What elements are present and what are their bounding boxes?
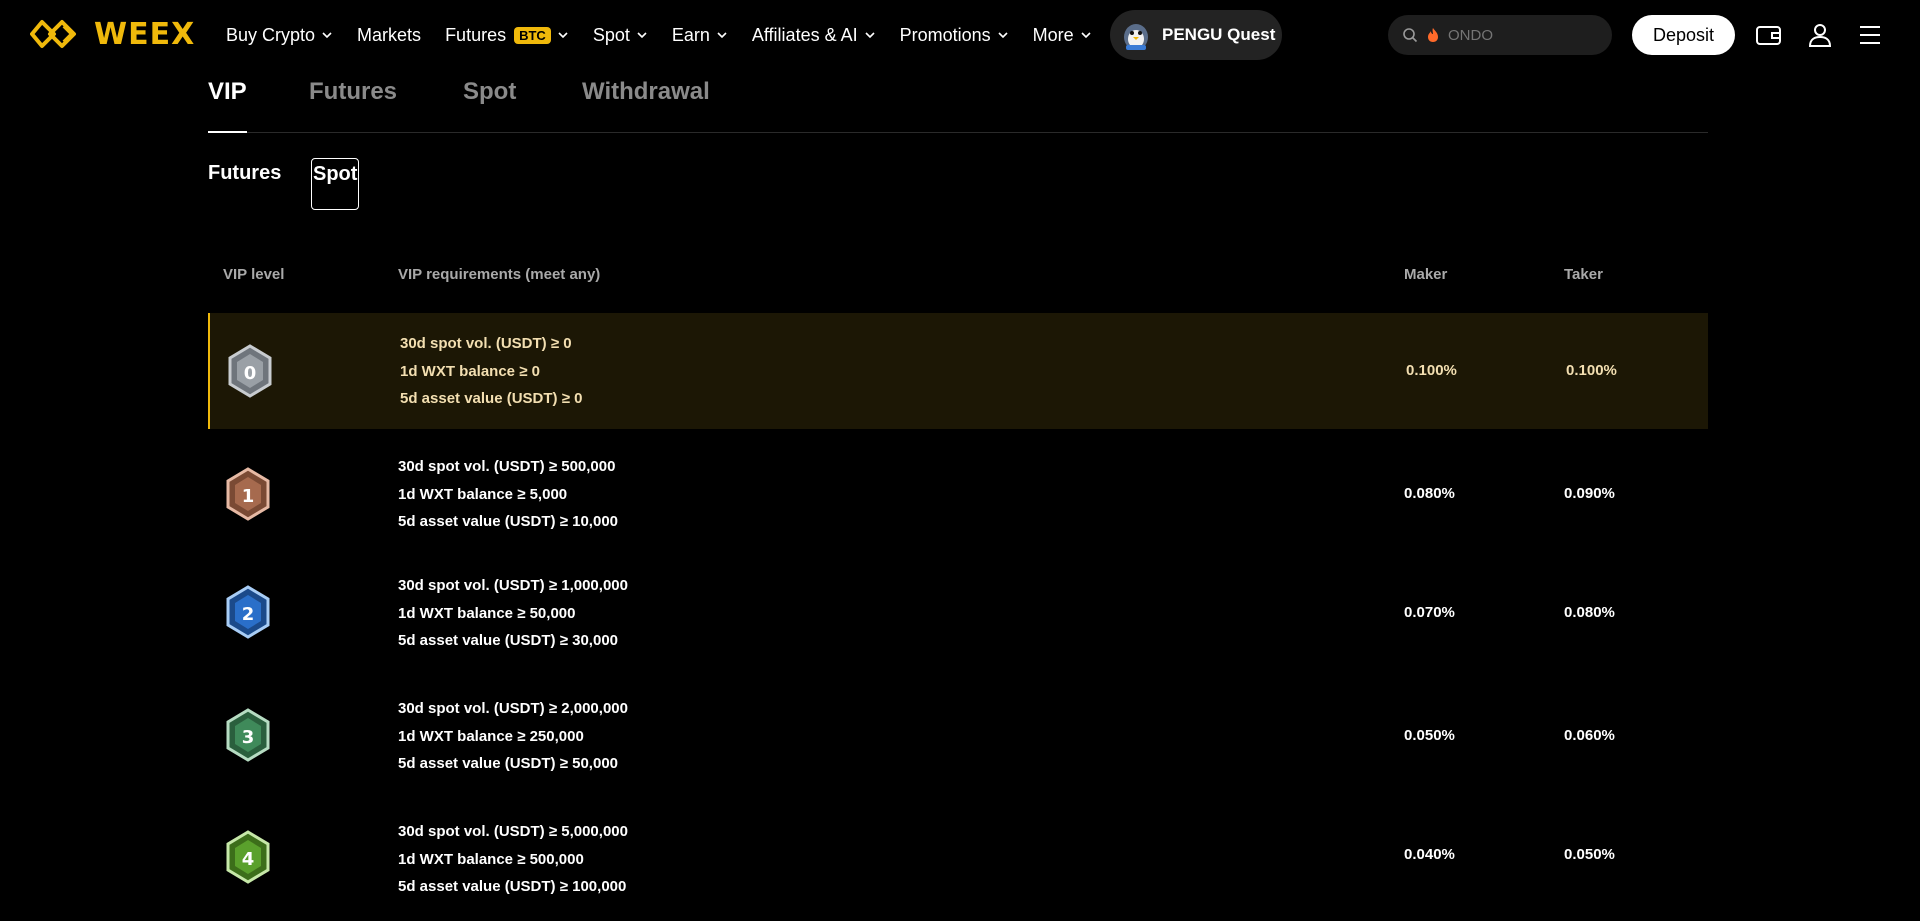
requirement-spot-volume: 30d spot vol. (USDT) ≥ 5,000,000 xyxy=(398,823,628,840)
chevron-down-icon xyxy=(717,32,727,39)
table-row: 2 30d spot vol. (USDT) ≥ 1,000,000 1d WX… xyxy=(208,552,1708,675)
vip-0-badge-icon: 0 xyxy=(228,344,272,398)
taker-fee: 0.050% xyxy=(1564,846,1615,863)
quest-label: PENGU Quest xyxy=(1162,25,1276,44)
menu-buy-crypto[interactable]: Buy Crypto xyxy=(226,25,333,46)
maker-fee: 0.070% xyxy=(1404,604,1455,621)
deposit-button[interactable]: Deposit xyxy=(1632,15,1735,55)
vip-requirements: 30d spot vol. (USDT) ≥ 0 1d WXT balance … xyxy=(400,330,582,413)
table-row: 3 30d spot vol. (USDT) ≥ 2,000,000 1d WX… xyxy=(208,675,1708,798)
wallet-icon[interactable] xyxy=(1754,20,1784,50)
maker-fee: 0.040% xyxy=(1404,846,1455,863)
menu-icon[interactable] xyxy=(1855,20,1885,50)
tab-futures[interactable]: Futures xyxy=(309,78,397,132)
requirement-asset-value: 5d asset value (USDT) ≥ 10,000 xyxy=(398,513,618,530)
requirement-asset-value: 5d asset value (USDT) ≥ 0 xyxy=(400,390,583,407)
subtab-futures[interactable]: Futures xyxy=(208,162,281,185)
vip-2-badge-icon: 2 xyxy=(226,585,270,639)
maker-fee: 0.080% xyxy=(1404,485,1455,502)
requirement-wxt-balance: 1d WXT balance ≥ 5,000 xyxy=(398,485,568,503)
search-input[interactable] xyxy=(1448,26,1588,44)
vip-requirements: 30d spot vol. (USDT) ≥ 500,000 1d WXT ba… xyxy=(398,453,618,536)
chevron-down-icon xyxy=(998,32,1008,39)
user-icon[interactable] xyxy=(1805,20,1835,50)
vip-requirements: 30d spot vol. (USDT) ≥ 2,000,000 1d WXT … xyxy=(398,695,628,778)
taker-fee: 0.060% xyxy=(1564,727,1615,744)
requirement-wxt-balance: 1d WXT balance ≥ 250,000 xyxy=(398,727,584,745)
requirement-asset-value: 5d asset value (USDT) ≥ 50,000 xyxy=(398,755,618,772)
penguin-icon xyxy=(1124,24,1148,50)
menu-markets[interactable]: Markets xyxy=(357,25,421,46)
search-box[interactable] xyxy=(1388,15,1612,55)
search-icon xyxy=(1403,28,1418,43)
maker-fee: 0.100% xyxy=(1406,362,1457,379)
header-maker: Maker xyxy=(1404,266,1448,283)
vip-level-number: 2 xyxy=(242,604,255,625)
vip-level-number: 1 xyxy=(242,486,255,507)
menu-futures[interactable]: Futures BTC xyxy=(445,25,569,46)
chevron-down-icon xyxy=(1081,32,1091,39)
menu-label: Buy Crypto xyxy=(226,24,316,45)
chevron-down-icon xyxy=(558,32,568,39)
requirement-wxt-balance: 1d WXT balance ≥ 0 xyxy=(400,362,540,380)
menu-label: More xyxy=(1032,24,1074,45)
btc-badge: BTC xyxy=(514,26,551,44)
main-menu: Buy Crypto Markets Futures BTC Spot Earn… xyxy=(226,0,1116,70)
requirement-asset-value: 5d asset value (USDT) ≥ 30,000 xyxy=(398,632,618,649)
menu-spot[interactable]: Spot xyxy=(593,25,648,46)
taker-fee: 0.100% xyxy=(1566,362,1617,379)
menu-more[interactable]: More xyxy=(1033,25,1092,46)
tab-spot[interactable]: Spot xyxy=(463,78,516,132)
vip-level-number: 0 xyxy=(244,363,257,384)
vip-4-badge-icon: 4 xyxy=(226,830,270,884)
fee-tabs: VIP Futures Spot Withdrawal xyxy=(208,78,1708,133)
vip-level-number: 4 xyxy=(242,849,255,870)
weex-logo[interactable]: WEEX xyxy=(30,16,195,52)
taker-fee: 0.090% xyxy=(1564,485,1615,502)
requirement-spot-volume: 30d spot vol. (USDT) ≥ 2,000,000 xyxy=(398,700,628,717)
logo-icon xyxy=(30,20,76,48)
taker-fee: 0.080% xyxy=(1564,604,1615,621)
requirement-wxt-balance: 1d WXT balance ≥ 50,000 xyxy=(398,604,576,622)
menu-label: Earn xyxy=(671,24,710,45)
vip-fee-table: VIP level VIP requirements (meet any) Ma… xyxy=(208,258,1708,895)
vip-1-badge-icon: 1 xyxy=(226,467,270,521)
vip-requirements: 30d spot vol. (USDT) ≥ 1,000,000 1d WXT … xyxy=(398,572,628,655)
tab-vip[interactable]: VIP xyxy=(208,78,247,133)
header-vip-level: VIP level xyxy=(223,266,285,283)
maker-fee: 0.050% xyxy=(1404,727,1455,744)
header-requirements: VIP requirements (meet any) xyxy=(398,266,601,283)
requirement-spot-volume: 30d spot vol. (USDT) ≥ 0 xyxy=(400,335,572,352)
pengu-quest-button[interactable]: PENGU Quest xyxy=(1110,10,1282,60)
tab-withdrawal[interactable]: Withdrawal xyxy=(582,78,710,132)
requirement-spot-volume: 30d spot vol. (USDT) ≥ 500,000 xyxy=(398,458,616,475)
table-row: 1 30d spot vol. (USDT) ≥ 500,000 1d WXT … xyxy=(208,429,1708,552)
table-body: 0 30d spot vol. (USDT) ≥ 0 1d WXT balanc… xyxy=(208,313,1708,921)
chevron-down-icon xyxy=(637,32,647,39)
requirement-spot-volume: 30d spot vol. (USDT) ≥ 1,000,000 xyxy=(398,577,628,594)
subtab-spot[interactable]: Spot xyxy=(311,158,360,210)
menu-label: Futures xyxy=(445,24,507,45)
vip-3-badge-icon: 3 xyxy=(226,708,270,762)
menu-label: Markets xyxy=(357,24,422,45)
top-nav: WEEX Buy Crypto Markets Futures BTC Spot… xyxy=(0,0,1920,70)
table-header: VIP level VIP requirements (meet any) Ma… xyxy=(208,258,1708,292)
requirement-asset-value: 5d asset value (USDT) ≥ 100,000 xyxy=(398,878,627,895)
vip-level-number: 3 xyxy=(242,727,255,748)
table-row: 0 30d spot vol. (USDT) ≥ 0 1d WXT balanc… xyxy=(208,313,1708,429)
menu-label: Promotions xyxy=(899,24,991,45)
vip-requirements: 30d spot vol. (USDT) ≥ 5,000,000 1d WXT … xyxy=(398,818,628,901)
menu-label: Spot xyxy=(592,24,630,45)
table-row: 4 30d spot vol. (USDT) ≥ 5,000,000 1d WX… xyxy=(208,798,1708,921)
chevron-down-icon xyxy=(322,32,332,39)
chevron-down-icon xyxy=(865,32,875,39)
menu-promotions[interactable]: Promotions xyxy=(900,25,1009,46)
menu-label: Affiliates & AI xyxy=(751,24,858,45)
header-taker: Taker xyxy=(1564,266,1603,283)
menu-earn[interactable]: Earn xyxy=(672,25,728,46)
menu-affiliates-ai[interactable]: Affiliates & AI xyxy=(752,25,876,46)
logo-text: WEEX xyxy=(94,16,196,52)
fire-icon xyxy=(1428,28,1438,42)
